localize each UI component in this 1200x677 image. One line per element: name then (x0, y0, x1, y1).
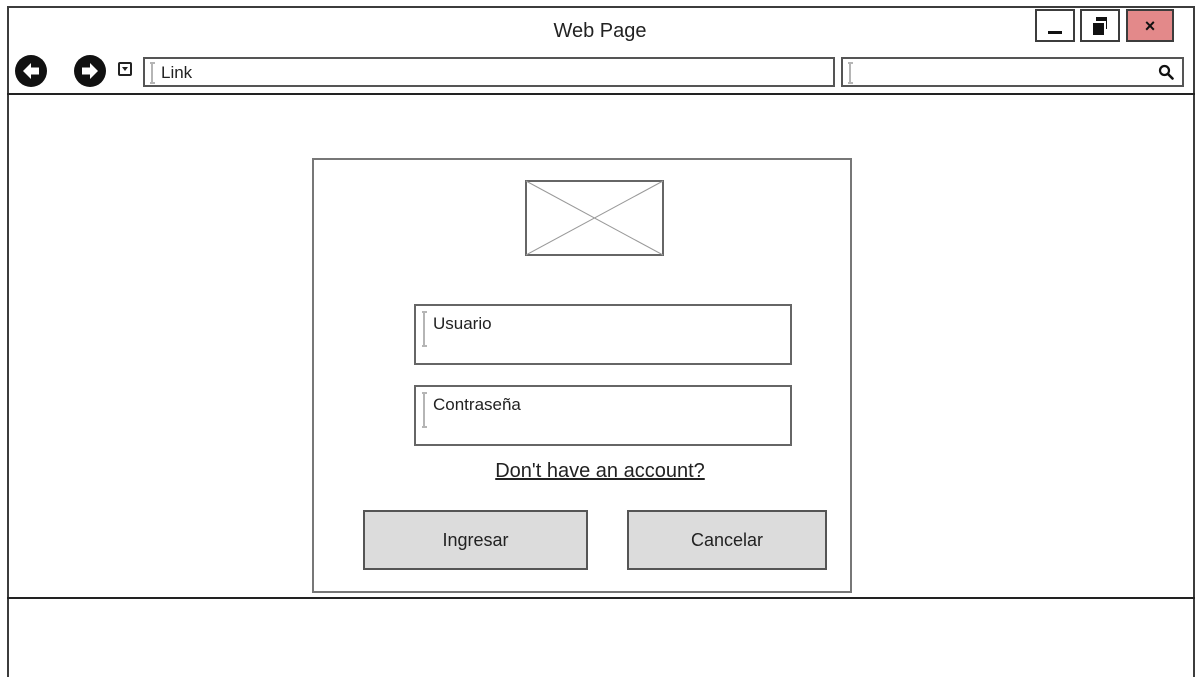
username-placeholder: Usuario (433, 314, 492, 333)
text-cursor-icon (150, 62, 155, 84)
restore-icon (1093, 16, 1107, 35)
password-placeholder: Contraseña (433, 395, 521, 414)
history-dropdown-button[interactable] (118, 62, 132, 76)
arrow-left-icon (23, 63, 39, 79)
text-cursor-icon (422, 311, 427, 347)
url-text: Link (161, 63, 193, 82)
url-bar[interactable]: Link (143, 57, 835, 87)
window-title: Web Page (553, 20, 647, 42)
forward-button[interactable] (74, 55, 106, 87)
search-icon[interactable] (1158, 64, 1174, 80)
back-button[interactable] (15, 55, 47, 87)
cancel-button[interactable]: Cancelar (627, 510, 827, 570)
status-bar-divider (7, 597, 1195, 599)
text-cursor-icon (848, 62, 853, 84)
dropdown-icon (122, 67, 128, 71)
close-button[interactable]: × (1126, 9, 1174, 42)
username-field[interactable]: Usuario (414, 304, 792, 365)
login-button[interactable]: Ingresar (363, 510, 588, 570)
minimize-button[interactable] (1035, 9, 1075, 42)
maximize-button[interactable] (1080, 9, 1120, 42)
image-placeholder-icon (525, 180, 664, 256)
minimize-icon (1048, 31, 1062, 34)
toolbar-divider (7, 93, 1195, 95)
close-icon: × (1144, 15, 1156, 36)
signup-link[interactable]: Don't have an account? (0, 460, 1200, 483)
arrow-right-icon (82, 63, 98, 79)
search-input[interactable] (841, 57, 1184, 87)
text-cursor-icon (422, 392, 427, 428)
password-field[interactable]: Contraseña (414, 385, 792, 446)
